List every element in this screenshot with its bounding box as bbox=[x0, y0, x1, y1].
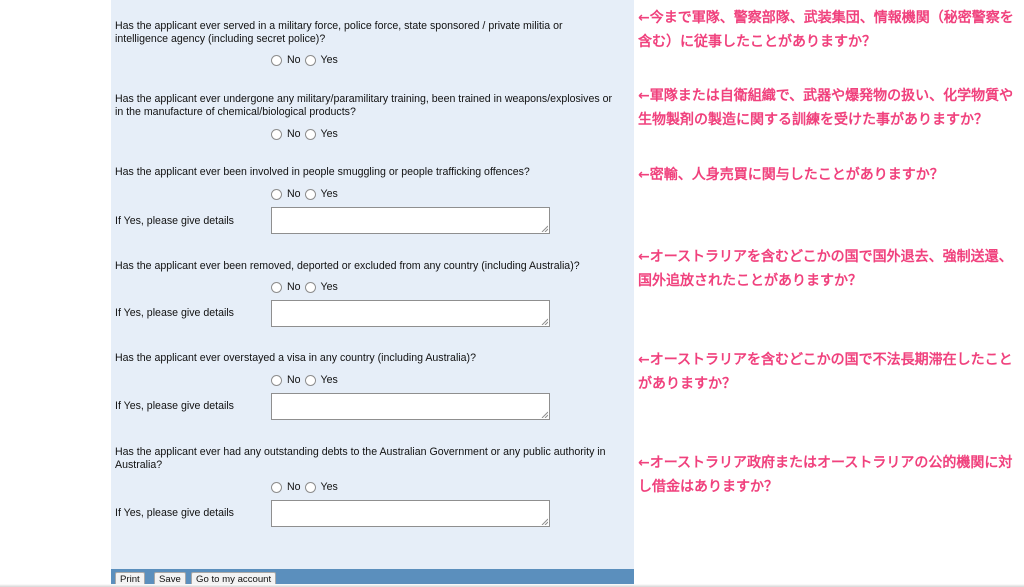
question-2-yes-radio[interactable] bbox=[304, 128, 316, 140]
question-6-details-label: If Yes, please give details bbox=[115, 507, 234, 519]
question-5-no-radio[interactable] bbox=[271, 374, 282, 386]
annotation-debts: ←オーストラリア政府またはオーストラリアの公的機関に対し借金はありますか？ bbox=[638, 455, 1013, 495]
question-4-yes-label: Yes bbox=[320, 281, 338, 293]
annotation-military-training: ←軍隊または自衛組織で、武器や爆発物の扱い、化学物質や生物製剤の製造に関する訓練… bbox=[638, 88, 1014, 128]
question-2-yes-label: Yes bbox=[320, 128, 338, 140]
question-2-no-radio[interactable] bbox=[271, 128, 282, 140]
resize-grip-icon[interactable] bbox=[541, 225, 548, 232]
annotation-overstay: ←オーストラリアを含むどこかの国で不法長期滞在したことがありますか？ bbox=[638, 352, 1013, 392]
question-5-radio-group: No Yes bbox=[271, 373, 342, 387]
annotation-deportation: ←オーストラリアを含むどこかの国で国外退去、強制送還、国外追放されたことがありま… bbox=[638, 249, 1013, 289]
question-4-radio-group: No Yes bbox=[271, 280, 342, 294]
question-3-details-textarea[interactable] bbox=[271, 207, 550, 234]
resize-grip-icon[interactable] bbox=[541, 318, 548, 325]
question-4-details-textarea[interactable] bbox=[271, 300, 550, 327]
question-3-text: Has the applicant ever been involved in … bbox=[115, 166, 530, 178]
question-5-yes-radio[interactable] bbox=[304, 374, 316, 386]
question-6-yes-label: Yes bbox=[320, 481, 338, 493]
question-1-yes-label: Yes bbox=[320, 54, 338, 66]
question-5-no-label: No bbox=[287, 374, 301, 386]
question-form-panel: Has the applicant ever served in a milit… bbox=[111, 0, 634, 587]
resize-grip-icon[interactable] bbox=[541, 518, 548, 525]
question-6-no-radio[interactable] bbox=[271, 481, 282, 493]
question-6-radio-group: No Yes bbox=[271, 480, 342, 494]
question-6-text: Has the applicant ever had any outstandi… bbox=[115, 446, 606, 471]
question-5-details-textarea[interactable] bbox=[271, 393, 550, 420]
question-2-no-label: No bbox=[287, 128, 301, 140]
resize-grip-icon[interactable] bbox=[541, 411, 548, 418]
question-1-yes-radio[interactable] bbox=[304, 54, 316, 66]
question-6-details-textarea[interactable] bbox=[271, 500, 550, 527]
question-5-yes-label: Yes bbox=[320, 374, 338, 386]
question-1-no-radio[interactable] bbox=[271, 54, 282, 66]
question-1-text: Has the applicant ever served in a milit… bbox=[115, 20, 563, 45]
question-6-no-label: No bbox=[287, 481, 301, 493]
question-3-details-label: If Yes, please give details bbox=[115, 215, 234, 227]
question-2-text: Has the applicant ever undergone any mil… bbox=[115, 93, 613, 118]
question-5-details-label: If Yes, please give details bbox=[115, 400, 234, 412]
annotation-military-service: ←今まで軍隊、警察部隊、武装集団、情報機関（秘密警察を含む）に従事したことがあり… bbox=[638, 10, 1014, 50]
question-4-text: Has the applicant ever been removed, dep… bbox=[115, 260, 580, 272]
question-4-details-label: If Yes, please give details bbox=[115, 307, 234, 319]
question-1-radio-group: No Yes bbox=[271, 53, 342, 67]
question-5-text: Has the applicant ever overstayed a visa… bbox=[115, 352, 476, 364]
question-1-no-label: No bbox=[287, 54, 301, 66]
question-3-radio-group: No Yes bbox=[271, 187, 342, 201]
question-4-no-radio[interactable] bbox=[271, 281, 282, 293]
question-6-yes-radio[interactable] bbox=[304, 481, 316, 493]
question-3-no-radio[interactable] bbox=[271, 188, 282, 200]
question-3-yes-radio[interactable] bbox=[304, 188, 316, 200]
question-3-yes-label: Yes bbox=[320, 188, 338, 200]
question-4-yes-radio[interactable] bbox=[304, 281, 316, 293]
question-2-radio-group: No Yes bbox=[271, 127, 342, 141]
question-4-no-label: No bbox=[287, 281, 301, 293]
annotation-smuggling: ←密輸、人身売買に関与したことがありますか？ bbox=[638, 167, 944, 183]
question-3-no-label: No bbox=[287, 188, 301, 200]
